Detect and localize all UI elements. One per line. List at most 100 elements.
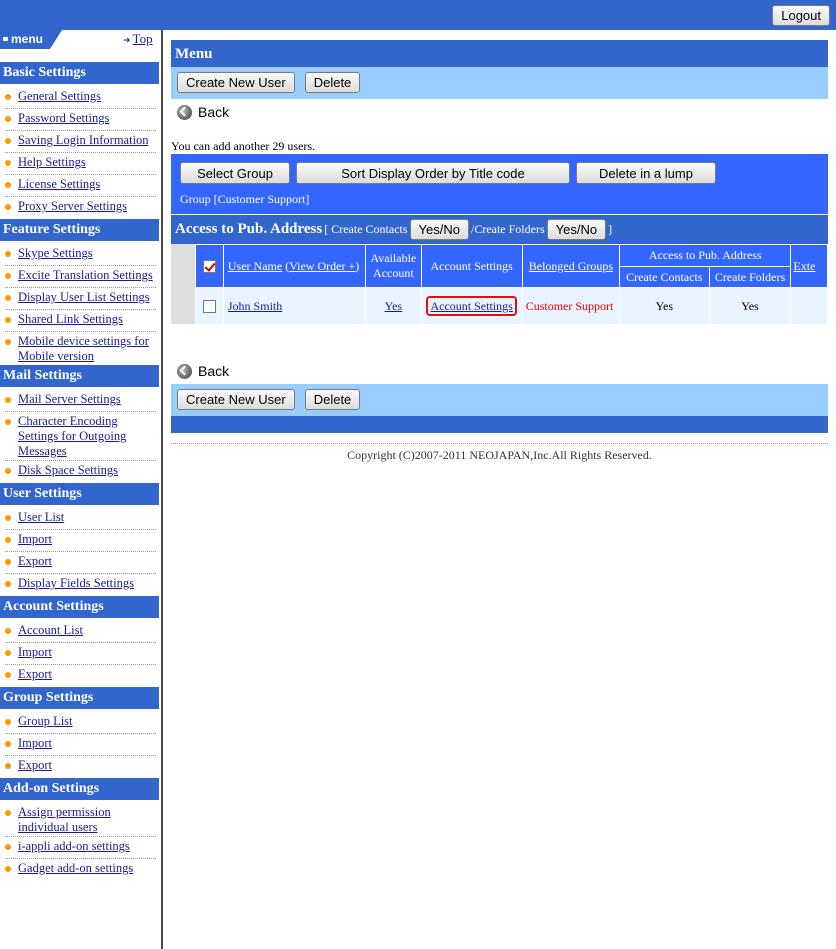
logout-button[interactable]: Logout [772,5,830,26]
main-content: Menu Create New User Delete Back You can… [171,40,828,463]
create-contacts-header: Create Contacts [619,266,710,288]
user-name-header: User Name (View Order +) [222,244,367,288]
sidebar-link[interactable]: Import [18,532,52,547]
delete-in-lump-button[interactable]: Delete in a lump [576,162,716,184]
user-table: User Name (View Order +) Available Accou… [195,244,828,324]
sidebar-section-title: Group Settings [0,687,159,709]
top-link[interactable]: Top [133,31,153,46]
sidebar-item: Shared Link Settings [5,310,156,332]
select-all-checkbox[interactable] [202,260,216,274]
bullet-icon [5,204,11,210]
available-link[interactable]: Yes [385,299,402,313]
sidebar-link[interactable]: Import [18,645,52,660]
back-arrow-icon [177,363,192,379]
sort-display-order-button[interactable]: Sort Display Order by Title code [296,162,570,184]
create-new-user-button-bottom[interactable]: Create New User [177,389,295,410]
sidebar-link[interactable]: Account List [18,623,83,638]
sidebar-link[interactable]: Help Settings [18,155,86,170]
sidebar-item: Saving Login Information [5,131,156,153]
sidebar-link[interactable]: Export [18,554,52,569]
sidebar-link[interactable]: i-appli add-on settings [18,839,130,854]
back-link-bottom[interactable]: Back [171,358,828,384]
sidebar-link[interactable]: Skype Settings [18,246,93,261]
view-order-link[interactable]: (View Order +) [285,259,359,273]
create-new-user-button[interactable]: Create New User [177,72,295,93]
extra-cell [790,287,828,324]
user-name-link[interactable]: John Smith [228,299,282,313]
sidebar-item: Password Settings [5,109,156,131]
user-name-cell: John Smith [222,287,367,324]
back-link[interactable]: Back [171,99,828,125]
access-pub-address-bar: Access to Pub. Address [ Create Contacts… [171,214,828,244]
select-group-button[interactable]: Select Group [180,162,290,184]
sidebar-link[interactable]: Export [18,758,52,773]
sidebar-item: Export [5,756,156,778]
sidebar-item: Export [5,552,156,574]
belonged-group-cell: Customer Support [521,287,621,324]
sidebar-link[interactable]: Saving Login Information [18,133,149,148]
contacts-yes-no-button[interactable]: Yes/No [409,219,469,240]
access-title: Access to Pub. Address [175,221,323,237]
available-account-header: Available Account [365,244,422,288]
sidebar-link[interactable]: Disk Space Settings [18,463,118,478]
bullet-icon [5,672,11,678]
page-title: Menu [171,40,828,67]
sidebar-link[interactable]: Character Encoding Settings for Outgoing… [18,414,156,459]
sidebar-link[interactable]: Display Fields Settings [18,576,134,591]
back-arrow-icon [177,104,192,120]
sidebar-item: Gadget add-on settings [5,859,156,881]
create-contacts-cell: Yes [619,287,710,324]
bullet-icon [5,650,11,656]
sidebar-link[interactable]: Excite Translation Settings [18,268,153,283]
create-folders-cell: Yes [708,287,792,324]
menu-tab-logo: menu [0,30,62,49]
belonged-groups-header: Belonged Groups [521,244,621,288]
sidebar-item: Help Settings [5,153,156,175]
user-name-sort-link[interactable]: User Name [228,259,282,273]
add-count-text: You can add another 29 users. [171,139,316,153]
sidebar-link[interactable]: License Settings [18,177,100,192]
account-settings-header: Account Settings [420,244,523,288]
row-checkbox[interactable] [202,300,216,314]
sidebar-link[interactable]: Mail Server Settings [18,392,121,407]
sidebar-link[interactable]: Display User List Settings [18,290,150,305]
bullet-icon [5,397,11,403]
sidebar-link[interactable]: Group List [18,714,73,729]
sidebar-section-title: Add-on Settings [0,778,159,800]
bullet-icon [5,419,11,425]
sidebar-link[interactable]: User List [18,510,64,525]
bullet-icon [5,763,11,769]
sidebar-link[interactable]: Proxy Server Settings [18,199,127,214]
back-label: Back [198,104,230,120]
menu-label: menu [11,32,43,46]
belonged-groups-sort-link[interactable]: Belonged Groups [529,259,613,273]
bullet-icon [5,515,11,521]
bullet-icon [5,844,11,850]
sidebar-section-title: Account Settings [0,596,159,618]
delete-button[interactable]: Delete [304,72,361,93]
sidebar-link[interactable]: Assign permission individual users [18,805,156,835]
available-cell: Yes [365,287,422,324]
bullet-icon [5,94,11,100]
sidebar-link[interactable]: Import [18,736,52,751]
sidebar-section-title: Mail Settings [0,365,159,387]
sidebar-section-title: Basic Settings [0,62,159,84]
sidebar-link[interactable]: Export [18,667,52,682]
access-pub-header: Access to Pub. Address [619,244,792,267]
sidebar-link[interactable]: Gadget add-on settings [18,861,133,876]
bullet-icon [5,719,11,725]
bullet-icon [5,138,11,144]
top-link-wrap: ➜ Top [123,31,153,47]
sidebar-link[interactable]: Mobile device settings for Mobile versio… [18,334,156,364]
sidebar-item: Display User List Settings [5,288,156,310]
delete-button-bottom[interactable]: Delete [304,389,361,410]
sidebar-link[interactable]: General Settings [18,89,101,104]
extra-header-link[interactable]: Exte [793,259,815,273]
folders-yes-no-button[interactable]: Yes/No [546,219,607,240]
create-folders-header: Create Folders [708,266,792,288]
sidebar-link[interactable]: Password Settings [18,111,109,126]
account-settings-link[interactable]: Account Settings [426,295,517,316]
back-label: Back [198,363,230,379]
sidebar-link[interactable]: Shared Link Settings [18,312,123,327]
extra-header: Exte [790,244,828,288]
